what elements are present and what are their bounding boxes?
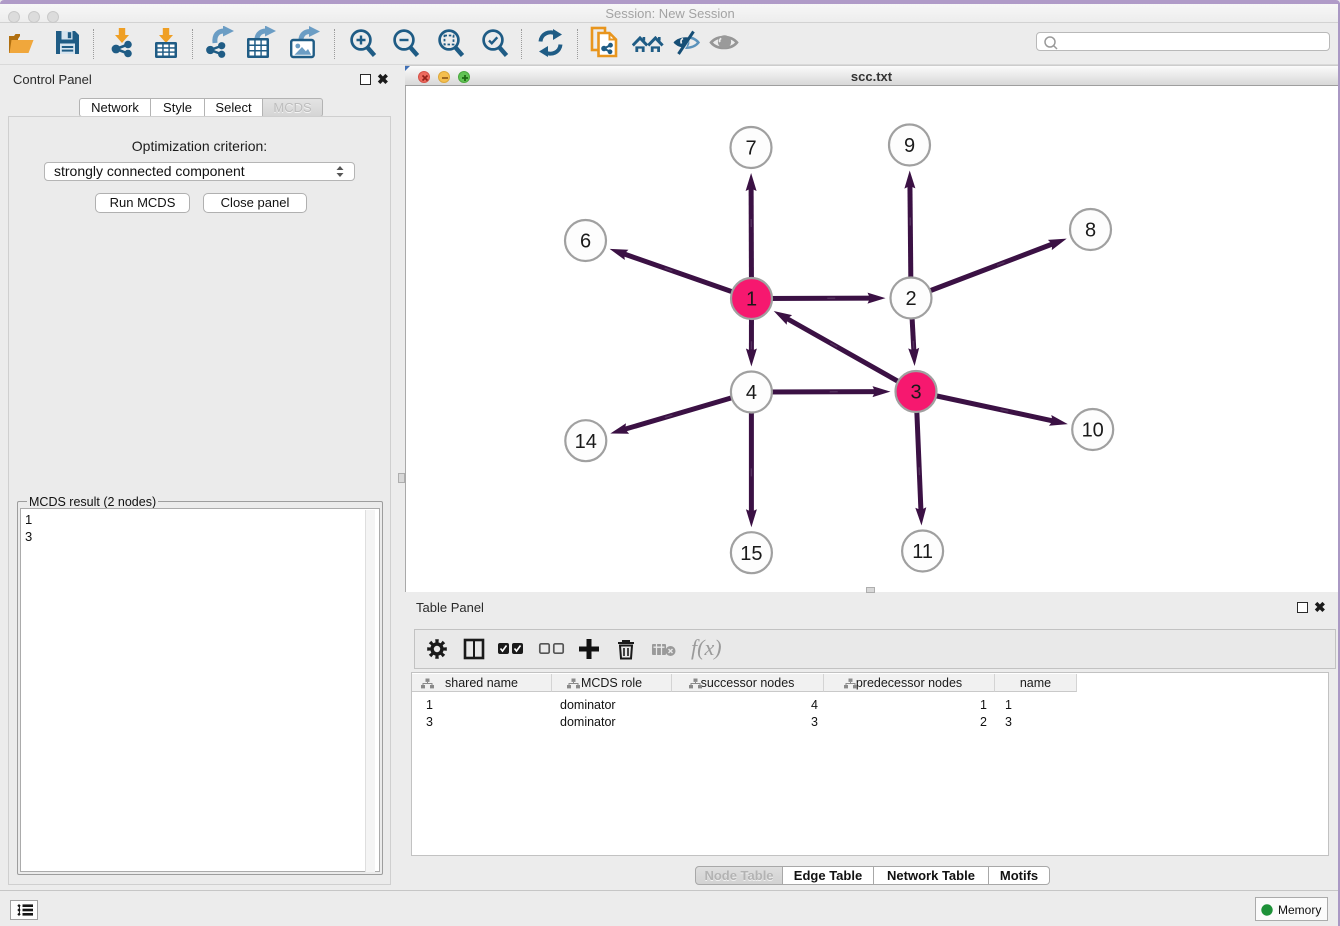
svg-text:3: 3: [910, 382, 921, 404]
svg-text:10: 10: [1082, 420, 1104, 442]
svg-text:8: 8: [1085, 220, 1096, 242]
svg-text:9: 9: [904, 135, 915, 157]
svg-text:4: 4: [746, 382, 757, 404]
svg-text:2: 2: [905, 288, 916, 310]
svg-text:1: 1: [746, 289, 757, 311]
svg-text:14: 14: [575, 431, 597, 453]
svg-text:6: 6: [580, 231, 591, 253]
svg-text:15: 15: [740, 543, 762, 565]
svg-text:11: 11: [912, 541, 933, 563]
svg-text:7: 7: [745, 138, 756, 160]
